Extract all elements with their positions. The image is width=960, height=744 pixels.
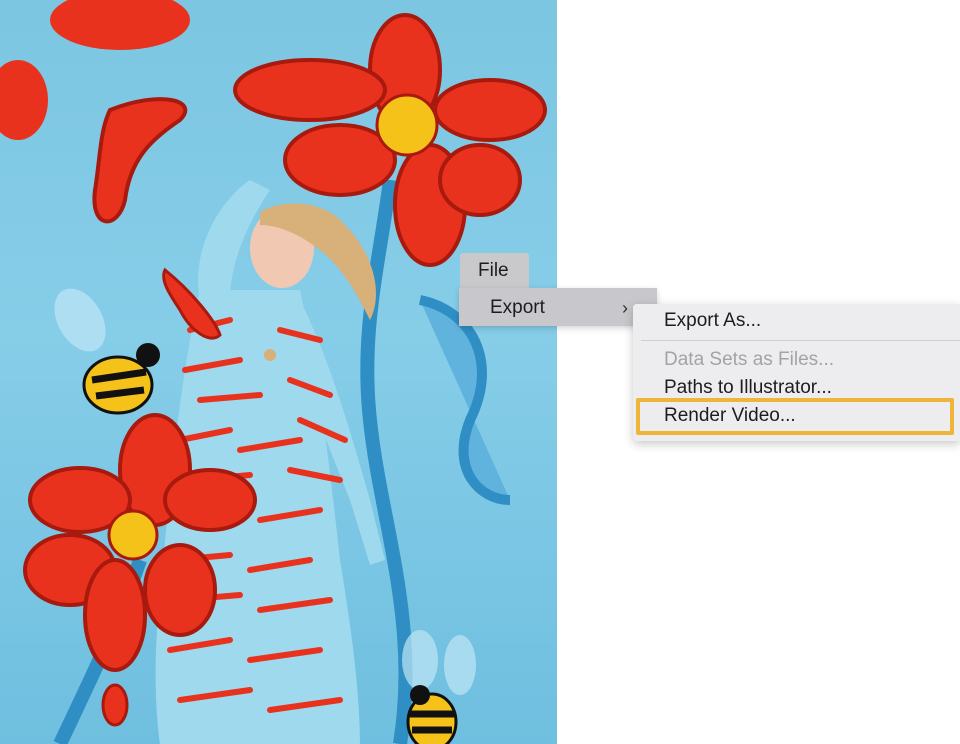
red-blob-2	[0, 60, 48, 140]
chevron-right-icon: ›	[622, 298, 628, 318]
menu-item-export[interactable]: Export ›	[459, 288, 657, 326]
menu-item-data-sets-as-files: Data Sets as Files...	[664, 349, 835, 370]
menu-item-paths-to-illustrator[interactable]: Paths to Illustrator...	[664, 377, 832, 399]
red-blob	[50, 0, 190, 50]
menu-separator	[641, 340, 960, 341]
artwork-canvas	[0, 0, 557, 744]
render-video-highlight-box	[636, 398, 954, 435]
menu-item-export-label: Export	[490, 297, 545, 318]
red-drop	[101, 683, 129, 727]
stem-shape	[360, 179, 413, 744]
red-drip	[92, 97, 188, 224]
bee-bottom	[402, 630, 476, 744]
menu-item-export-as[interactable]: Export As...	[664, 310, 761, 332]
menu-file[interactable]: File	[460, 253, 529, 288]
bee-left	[54, 288, 160, 415]
file-menu-dropdown: Export ›	[459, 288, 657, 326]
leaf-shape	[418, 295, 511, 505]
artwork-illustration	[0, 0, 547, 744]
